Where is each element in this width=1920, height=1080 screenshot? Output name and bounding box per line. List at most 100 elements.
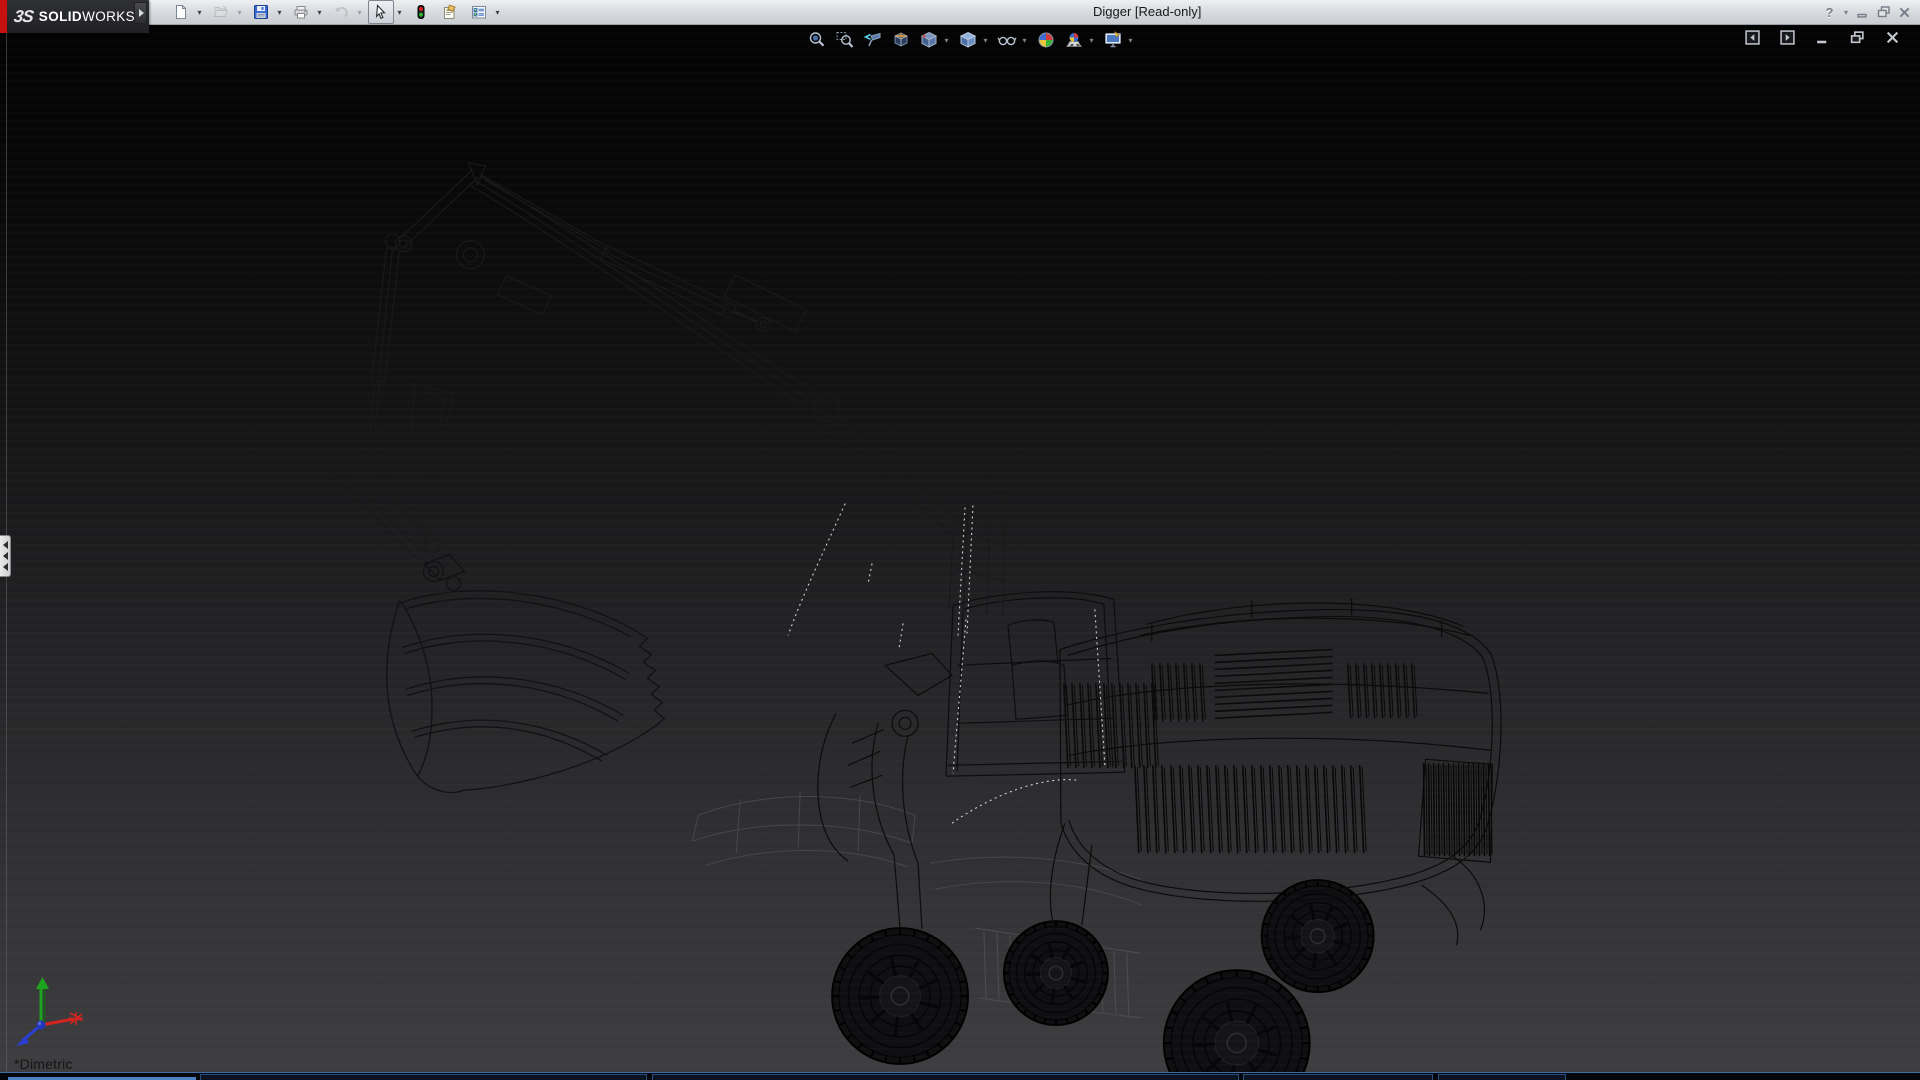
front-machinery[interactable] (818, 653, 952, 929)
select-icon (373, 4, 389, 20)
undo-button-dropdown[interactable]: ▾ (354, 1, 365, 23)
previous-view-button[interactable] (860, 28, 885, 53)
help-button[interactable]: ? (1819, 1, 1840, 23)
dassault-mark: 3S (13, 7, 35, 27)
doc-close-icon (1885, 30, 1900, 45)
zoom-to-area-button[interactable] (832, 28, 857, 53)
taskbar-button-edge[interactable] (1243, 1074, 1433, 1080)
view-orientation-label: *Dimetric (14, 1056, 73, 1072)
undo-button[interactable] (328, 0, 354, 24)
select-button-dropdown[interactable]: ▾ (394, 1, 405, 23)
view-orientation-button[interactable] (916, 28, 941, 53)
save-button[interactable] (248, 0, 274, 24)
restore-button[interactable] (1873, 1, 1894, 23)
rebuild-button[interactable] (408, 0, 434, 24)
undo-icon (333, 4, 349, 20)
close-icon (1898, 6, 1911, 19)
expand-right-pane-button[interactable] (1779, 29, 1795, 45)
apply-scene-button[interactable] (1061, 28, 1086, 53)
print-icon (293, 4, 309, 20)
save-button-dropdown[interactable]: ▾ (274, 1, 285, 23)
collapse-arrow-icon (3, 563, 8, 571)
display-style-button-dropdown[interactable]: ▾ (980, 28, 991, 53)
collapse-left-pane-button[interactable] (1744, 29, 1760, 45)
open-button-dropdown[interactable]: ▾ (234, 1, 245, 23)
apply-scene-button-dropdown[interactable]: ▾ (1086, 28, 1097, 53)
graphics-area[interactable]: ▾ ▾ ▾ ▾ ▾ *Dimetric (0, 24, 1920, 1073)
taskbar-strip[interactable] (0, 1072, 1920, 1080)
flyout-arrow-icon (137, 8, 145, 18)
digger-cab[interactable] (946, 592, 1125, 777)
pane-left-icon (1745, 30, 1760, 45)
digger-bucket[interactable] (387, 554, 665, 792)
doc-close-button[interactable] (1884, 29, 1900, 45)
print-button-dropdown[interactable]: ▾ (314, 1, 325, 23)
zoom-to-fit-button[interactable] (804, 28, 829, 53)
taskbar-button-edge[interactable] (1438, 1074, 1566, 1080)
document-window-controls (1744, 29, 1911, 45)
display-style-button[interactable] (955, 28, 980, 53)
options-button-dropdown[interactable]: ▾ (492, 1, 503, 23)
hide-show-icon (997, 30, 1017, 50)
options-button[interactable] (466, 0, 492, 24)
view-settings-button-dropdown[interactable]: ▾ (1125, 28, 1136, 53)
open-button[interactable] (208, 0, 234, 24)
apply-scene-icon (1064, 30, 1084, 50)
window-title: Digger [Read-only] (1093, 4, 1201, 19)
zoom-area-icon (835, 30, 855, 50)
view-settings-button[interactable] (1100, 28, 1125, 53)
file-properties-button[interactable] (437, 0, 463, 24)
brand-text: SOLIDWORKS (39, 9, 135, 24)
solidworks-logo: 3S SOLIDWORKS (0, 0, 149, 33)
options-icon (471, 4, 487, 20)
wheel[interactable] (1004, 921, 1108, 1025)
wheel[interactable] (1262, 880, 1374, 992)
digger-boom[interactable] (334, 163, 1009, 617)
new-document-button-dropdown[interactable]: ▾ (194, 1, 205, 23)
file-properties-icon (442, 4, 458, 20)
featuremanager-collapse-tab[interactable] (0, 535, 11, 577)
doc-minimize-icon (1815, 30, 1830, 45)
collapse-arrow-icon (3, 541, 8, 549)
taskbar-button-edge[interactable] (200, 1074, 647, 1080)
doc-restore-button[interactable] (1849, 29, 1865, 45)
window-controls: ? ▾ (1819, 0, 1915, 24)
main-toolbar: ▾ ▾ ▾ ▾ ▾ ▾ ▾ (168, 0, 506, 24)
pane-right-icon (1780, 30, 1795, 45)
digger-wireframe-model[interactable] (0, 24, 1920, 1073)
triad-x-axis (41, 1019, 74, 1025)
new-document-icon (173, 4, 189, 20)
print-button[interactable] (288, 0, 314, 24)
toolbar-flyout-button[interactable] (134, 2, 147, 24)
view-settings-icon (1103, 30, 1123, 50)
close-button[interactable] (1894, 1, 1915, 23)
new-document-button[interactable] (168, 0, 194, 24)
view-orientation-button-dropdown[interactable]: ▾ (941, 28, 952, 53)
doc-restore-icon (1850, 30, 1865, 45)
minimize-button[interactable] (1852, 1, 1873, 23)
taskbar-button-edge[interactable] (652, 1074, 1239, 1080)
engine-grille-slats[interactable] (1064, 649, 1492, 856)
solidworks-window: { "titlebar": { "brand": { "mark": "3S",… (0, 0, 1920, 1080)
view-orientation-icon (919, 30, 939, 50)
open-icon (213, 4, 229, 20)
rebuild-icon (413, 4, 429, 20)
save-icon (253, 4, 269, 20)
select-button[interactable] (368, 0, 394, 24)
wheel[interactable] (1164, 970, 1310, 1073)
previous-view-icon (863, 30, 883, 50)
hide-show-items-button-dropdown[interactable]: ▾ (1019, 28, 1030, 53)
edit-appearance-button[interactable] (1033, 28, 1058, 53)
section-view-button[interactable] (888, 28, 913, 53)
hide-show-items-button[interactable] (994, 28, 1019, 53)
ghost-chassis[interactable] (692, 791, 1142, 905)
display-style-icon (958, 30, 978, 50)
help-dropdown[interactable]: ▾ (1840, 8, 1852, 17)
orientation-triad[interactable] (8, 975, 92, 1051)
zoom-fit-icon (807, 30, 827, 50)
doc-minimize-button[interactable] (1814, 29, 1830, 45)
minimize-icon (1856, 5, 1870, 19)
headsup-view-toolbar: ▾ ▾ ▾ ▾ ▾ (804, 27, 1139, 53)
wheel[interactable] (832, 928, 968, 1064)
edit-appearance-icon (1036, 30, 1056, 50)
